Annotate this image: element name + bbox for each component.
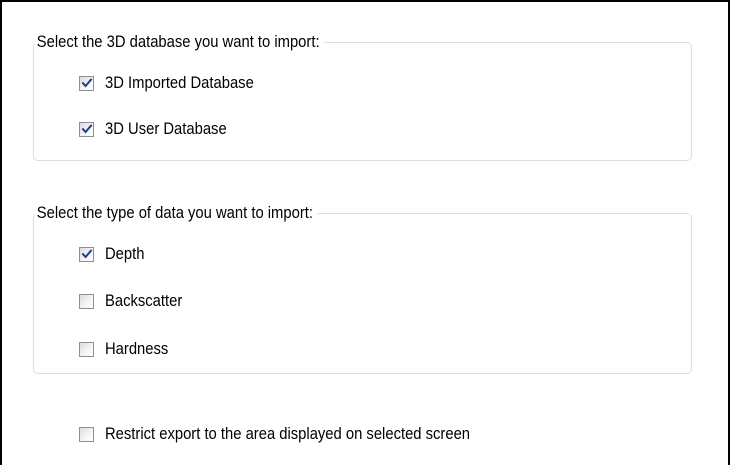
imported-database-checkbox[interactable] bbox=[79, 75, 94, 91]
hardness-label: Hardness bbox=[105, 339, 169, 358]
depth-label: Depth bbox=[105, 244, 145, 263]
backscatter-label: Backscatter bbox=[105, 291, 183, 310]
database-selection-group: Select the 3D database you want to impor… bbox=[33, 32, 692, 161]
depth-option[interactable]: Depth bbox=[79, 243, 150, 265]
backscatter-checkbox[interactable] bbox=[79, 293, 94, 309]
import-options-panel: Select the 3D database you want to impor… bbox=[0, 0, 730, 465]
imported-database-option[interactable]: 3D Imported Database bbox=[79, 72, 276, 94]
restrict-export-option[interactable]: Restrict export to the area displayed on… bbox=[79, 423, 525, 445]
database-group-legend: Select the 3D database you want to impor… bbox=[35, 32, 324, 52]
checkmark-icon bbox=[81, 248, 93, 259]
backscatter-option[interactable]: Backscatter bbox=[79, 290, 194, 312]
hardness-option[interactable]: Hardness bbox=[79, 338, 178, 360]
restrict-export-checkbox[interactable] bbox=[79, 426, 94, 442]
depth-checkbox[interactable] bbox=[79, 246, 94, 262]
checkmark-icon bbox=[81, 123, 93, 134]
hardness-checkbox[interactable] bbox=[79, 341, 94, 357]
imported-database-label: 3D Imported Database bbox=[105, 73, 254, 92]
checkmark-icon bbox=[81, 77, 93, 88]
data-type-group-legend: Select the type of data you want to impo… bbox=[35, 203, 318, 223]
restrict-export-label: Restrict export to the area displayed on… bbox=[105, 424, 471, 443]
user-database-label: 3D User Database bbox=[105, 119, 227, 138]
user-database-checkbox[interactable] bbox=[79, 121, 94, 137]
user-database-option[interactable]: 3D User Database bbox=[79, 118, 245, 140]
